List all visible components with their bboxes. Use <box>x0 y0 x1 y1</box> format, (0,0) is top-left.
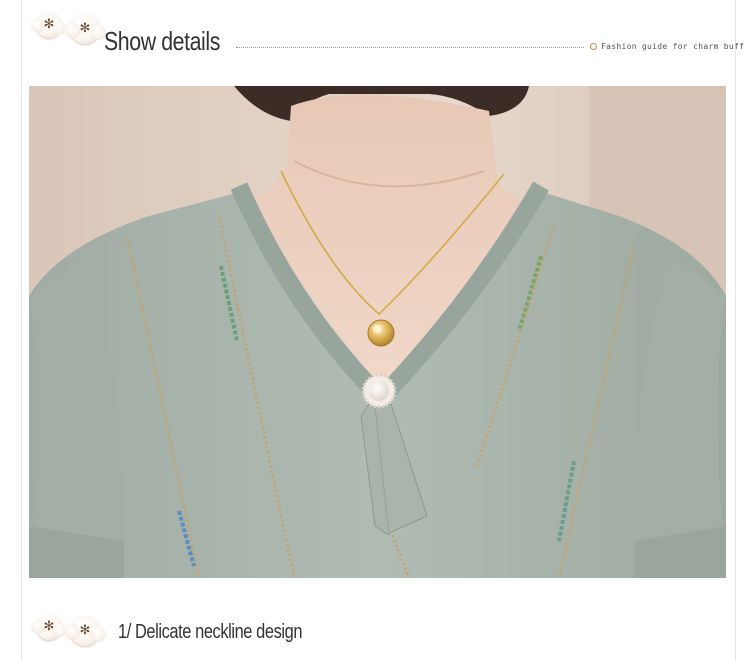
left-guide-line <box>21 0 22 661</box>
neckline-illustration <box>29 86 726 578</box>
cotton-flower-large-icon: ✻ <box>64 616 106 646</box>
page: ✻ ✻ Show details Fashion guide for charm… <box>0 0 750 661</box>
right-guide-line <box>735 0 736 661</box>
brooch-pearl <box>369 381 389 401</box>
cotton-flower-icon: ✻ ✻ <box>31 12 106 44</box>
feature-label: 1/ Delicate neckline design <box>118 621 303 643</box>
pendant-highlight <box>373 325 381 333</box>
product-photo <box>29 86 726 578</box>
bullet-icon <box>590 43 597 50</box>
pendant <box>367 319 395 347</box>
title-divider <box>236 47 584 48</box>
cotton-flower-icon: ✻ ✻ <box>31 614 106 646</box>
cotton-flower-small-icon: ✻ <box>31 12 66 38</box>
tagline: Fashion guide for charm buff <box>590 42 744 51</box>
cotton-flower-large-icon: ✻ <box>64 14 106 44</box>
section-title: Show details <box>104 26 220 56</box>
cotton-flower-small-icon: ✻ <box>31 614 66 640</box>
tagline-text: Fashion guide for charm buff <box>601 42 745 51</box>
